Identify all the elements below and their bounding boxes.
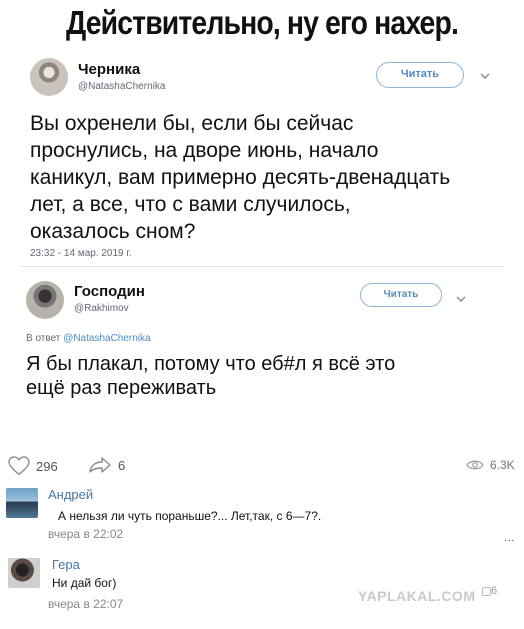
badge-count: 6 <box>491 585 498 597</box>
tweet-text: Я бы плакал, потому что еб#л я всё это е… <box>26 352 395 400</box>
avatar[interactable] <box>26 281 64 319</box>
heart-icon <box>8 456 30 476</box>
watermark-logo: YAPLAKAL.COM <box>358 588 476 604</box>
comment-author[interactable]: Гера <box>52 557 80 572</box>
comment-text: А нельзя ли чуть пораньше?... Лет,так, с… <box>58 509 322 523</box>
comment-badge: 6 <box>482 585 497 597</box>
views-count: 6.3K <box>490 458 515 472</box>
more-options-icon[interactable]: ... <box>504 533 515 544</box>
tweet-text-line: Я бы плакал, потому что еб#л я всё это <box>26 353 396 375</box>
comment-time[interactable]: вчера в 22:07 <box>48 597 123 611</box>
share-arrow-icon <box>89 457 111 473</box>
repost-count: 6 <box>118 457 126 473</box>
tweet-author-name[interactable]: Господин <box>74 283 145 300</box>
avatar[interactable] <box>6 488 38 518</box>
tweet-reply: Господин @Rakhimov Читать В ответ @Natas… <box>0 0 524 420</box>
comment-text: Ни дай бог) <box>52 576 117 590</box>
tweet-author-handle[interactable]: @Rakhimov <box>74 303 129 314</box>
tweet-text-line: ещё раз переживать <box>26 377 217 399</box>
comment-author[interactable]: Андрей <box>48 487 93 502</box>
eye-icon <box>466 460 484 470</box>
avatar[interactable] <box>8 558 40 588</box>
chevron-down-icon[interactable] <box>456 291 466 306</box>
like-button[interactable]: 296 <box>8 456 58 476</box>
like-count: 296 <box>36 458 58 474</box>
repost-button[interactable]: 6 <box>88 456 125 474</box>
grid-icon <box>482 586 491 596</box>
follow-button[interactable]: Читать <box>360 283 442 307</box>
comment-time[interactable]: вчера в 22:02 <box>48 527 123 541</box>
reply-prefix: В ответ <box>26 333 61 344</box>
reply-handle-link[interactable]: @NatashaChernika <box>63 333 150 344</box>
views-counter: 6.3K <box>466 458 515 472</box>
reply-to-line: В ответ @NatashaChernika <box>26 333 151 344</box>
